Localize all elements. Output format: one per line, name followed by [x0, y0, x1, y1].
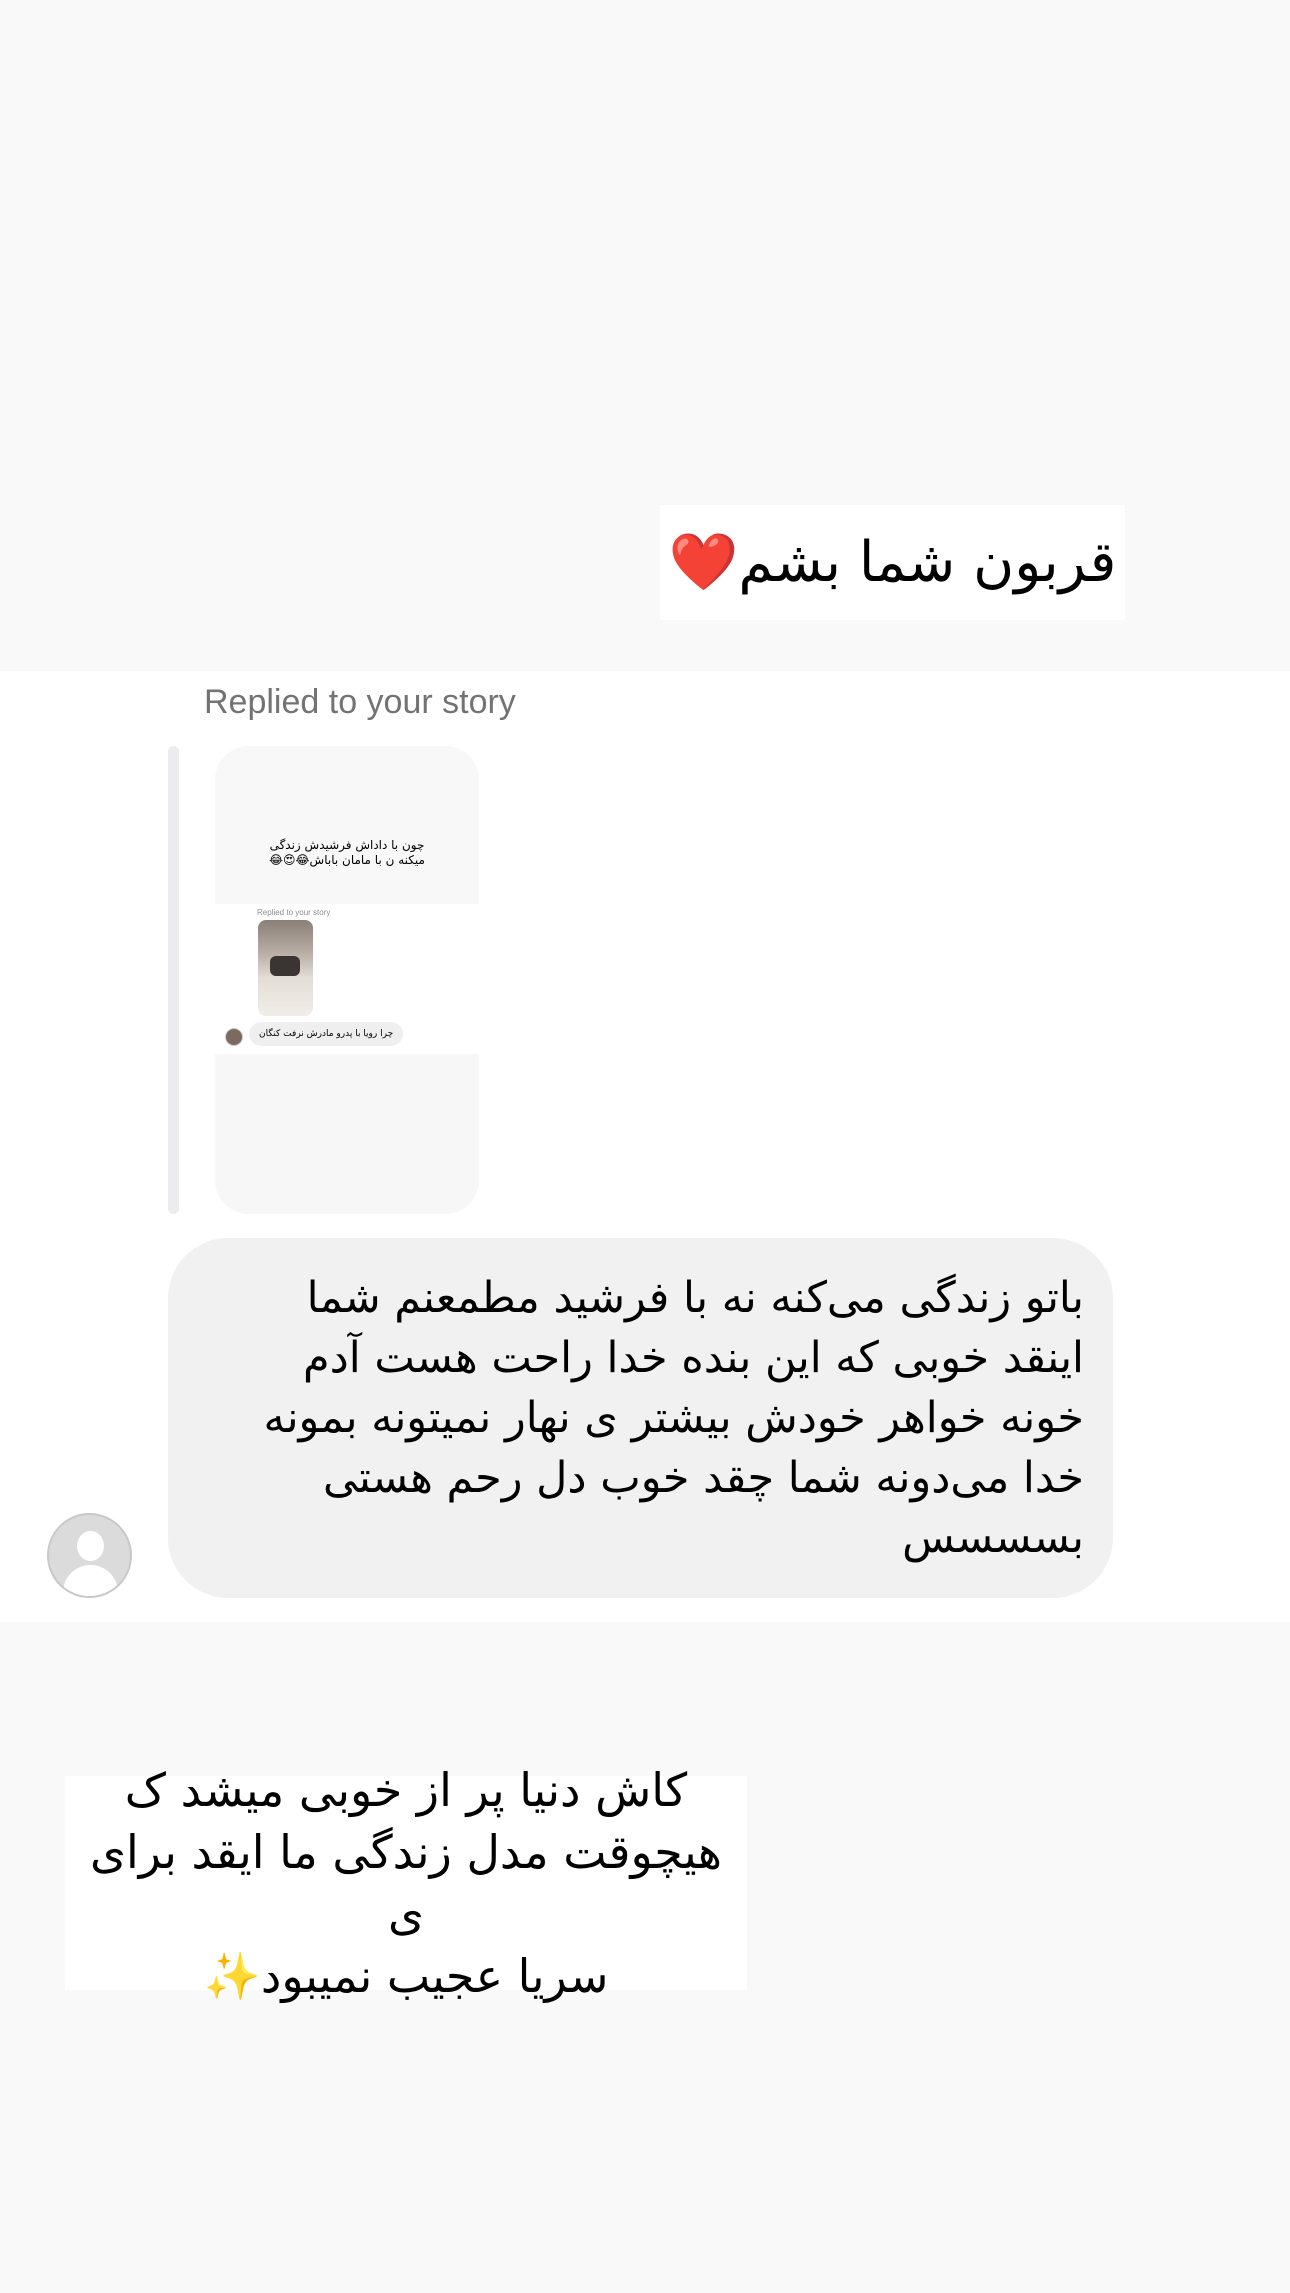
- story-preview-caption: چون با داداش فرشیدش زندگی میکنه ن با مام…: [215, 838, 479, 868]
- avatar-head-icon: [77, 1531, 104, 1561]
- story-preview-thumbnail: [258, 920, 313, 1016]
- story-preview-card[interactable]: چون با داداش فرشیدش زندگی میکنه ن با مام…: [215, 746, 479, 1214]
- story-preview-bottom: [215, 1054, 479, 1214]
- message-text: باتو زندگی می‌کنه نه با فرشید مطمعنم شما…: [263, 1273, 1084, 1563]
- reply-quote-bar: [168, 746, 179, 1214]
- story-preview-message-bubble: چرا رویا با پدرو مادرش نرفت کنگان: [249, 1022, 404, 1046]
- story-preview-top: [215, 746, 479, 904]
- story-caption-top: قربون شما بشم❤️: [660, 505, 1125, 620]
- story-caption-bottom: کاش دنیا پر از خوبی میشد ک هیچوقت مدل زن…: [65, 1763, 747, 2003]
- story-caption-bottom-line2: هیچوقت مدل زندگی ما ایقد برای ی: [89, 1825, 723, 1941]
- story-caption-bottom-line1: کاش دنیا پر از خوبی میشد ک: [124, 1763, 688, 1817]
- story-caption-bottom-line3: سریا عجیب نمیبود✨: [203, 1949, 609, 2003]
- pot-image: [270, 956, 300, 976]
- story-preview-replied-label: Replied to your story: [257, 908, 331, 917]
- sender-avatar[interactable]: [47, 1513, 132, 1598]
- story-preview-caption-line2: میکنه ن با مامان باباش😂😍😂: [269, 853, 425, 867]
- story-preview-avatar: [225, 1028, 243, 1046]
- story-preview-caption-line1: چون با داداش فرشیدش زندگی: [269, 838, 425, 852]
- avatar-body-icon: [63, 1565, 118, 1596]
- replied-to-story-label: Replied to your story: [204, 683, 516, 721]
